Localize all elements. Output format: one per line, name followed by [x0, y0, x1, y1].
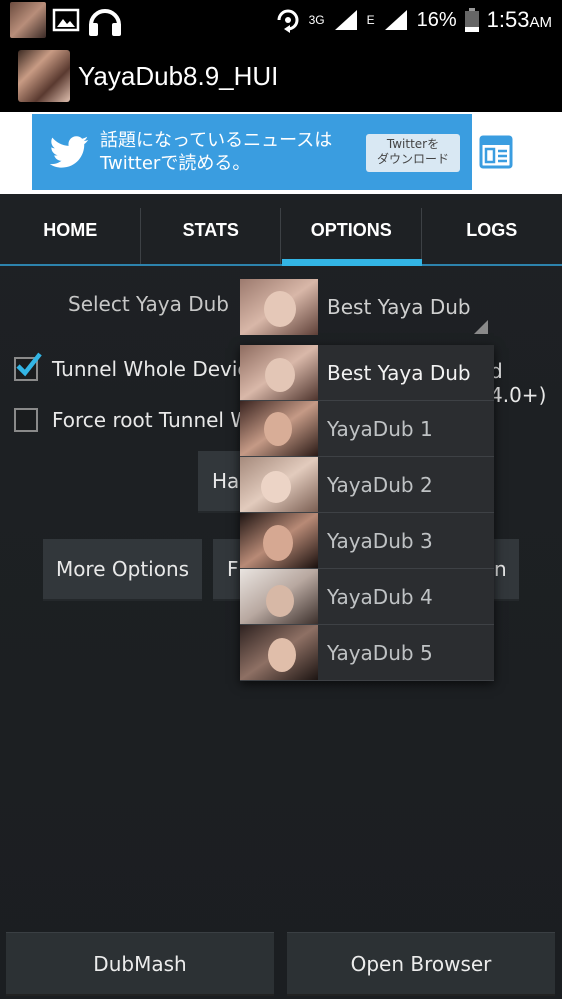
dropdown-item-label: YayaDub 5 — [327, 640, 433, 665]
thumbnail-image — [240, 513, 318, 568]
more-options-button[interactable]: More Options — [43, 539, 202, 601]
dropdown-item-label: YayaDub 4 — [327, 584, 433, 609]
twitter-ad[interactable]: 話題になっているニュースは Twitterで読める。 Twitterを ダウンロ… — [32, 114, 472, 190]
select-yaya-dub-label: Select Yaya Dub — [68, 292, 229, 316]
headphones-icon — [89, 9, 121, 36]
battery-percent: 16% — [416, 8, 457, 31]
notification-avatar-icon — [10, 2, 46, 38]
notification-icons — [0, 2, 124, 38]
network-type-e: E — [366, 13, 375, 27]
tab-home-label: HOME — [43, 219, 98, 240]
tab-stats[interactable]: STATS — [141, 194, 281, 266]
tab-home[interactable]: HOME — [0, 194, 141, 266]
image-notification-icon — [52, 8, 80, 32]
ad-button-line-2: ダウンロード — [376, 152, 449, 166]
dropdown-item-yayadub-2[interactable]: YayaDub 2 — [240, 457, 494, 513]
n-button[interactable]: n — [494, 539, 519, 601]
tab-stats-label: STATS — [182, 219, 239, 240]
tab-options-label: OPTIONS — [310, 219, 392, 240]
spinner-thumbnail — [240, 279, 318, 335]
spinner-selected-value: Best Yaya Dub — [327, 295, 471, 319]
battery-icon — [464, 8, 479, 32]
tab-bar-underline — [0, 264, 562, 266]
active-tab-indicator — [282, 259, 422, 266]
open-browser-button[interactable]: Open Browser — [287, 932, 555, 996]
ad-line-2: Twitterで読める。 — [100, 153, 251, 174]
more-options-label: More Options — [55, 557, 190, 581]
checkmark-icon — [16, 352, 42, 377]
ad-text: 話題になっているニュースは Twitterで読める。 — [100, 129, 360, 175]
system-icons: 3G E 16% 1:53AM — [275, 0, 552, 40]
tunnel-whole-device-label: Tunnel Whole Devic — [52, 357, 249, 381]
open-browser-label: Open Browser — [350, 951, 492, 976]
n-button-label: n — [494, 557, 507, 581]
tab-logs[interactable]: LOGS — [422, 194, 562, 266]
dropdown-item-yayadub-3[interactable]: YayaDub 3 — [240, 513, 494, 569]
ha-button[interactable]: Ha — [198, 451, 244, 513]
dropdown-item-label: YayaDub 2 — [327, 472, 433, 497]
thumbnail-image — [240, 457, 318, 512]
sync-icon — [277, 9, 299, 33]
ad-info-icon[interactable] — [478, 134, 514, 170]
force-root-label: Force root Tunnel W — [52, 408, 251, 432]
ad-banner[interactable]: 話題になっているニュースは Twitterで読める。 Twitterを ダウンロ… — [0, 112, 562, 194]
signal-icon-2 — [384, 10, 407, 30]
dropdown-item-yayadub-5[interactable]: YayaDub 5 — [240, 625, 494, 681]
f-button-label: F — [227, 557, 239, 581]
dropdown-item-label: YayaDub 3 — [327, 528, 433, 553]
dubmash-label: DubMash — [93, 951, 187, 976]
dubmash-button[interactable]: DubMash — [6, 932, 274, 996]
network-type-3g: 3G — [308, 13, 325, 27]
ha-button-label: Ha — [212, 469, 240, 493]
dropdown-item-label: Best Yaya Dub — [327, 360, 471, 385]
dropdown-item-best-yaya-dub[interactable]: Best Yaya Dub — [240, 345, 494, 401]
tab-options[interactable]: OPTIONS — [281, 194, 422, 266]
clock: 1:53AM — [486, 7, 552, 32]
tunnel-whole-device-row[interactable]: Tunnel Whole Devic — [14, 352, 249, 381]
f-button[interactable]: F — [213, 539, 243, 601]
dropdown-item-yayadub-1[interactable]: YayaDub 1 — [240, 401, 494, 457]
tab-logs-label: LOGS — [466, 219, 518, 240]
dropdown-item-yayadub-4[interactable]: YayaDub 4 — [240, 569, 494, 625]
tunnel-whole-device-checkbox[interactable] — [14, 352, 42, 381]
ad-line-1: 話題になっているニュースは — [100, 130, 333, 151]
twitter-download-button[interactable]: Twitterを ダウンロード — [366, 134, 460, 172]
force-root-row[interactable]: Force root Tunnel W — [14, 408, 250, 432]
force-root-checkbox[interactable] — [14, 408, 38, 432]
status-bar: 3G E 16% 1:53AM — [0, 0, 562, 40]
thumbnail-image — [240, 569, 318, 624]
tab-bar: HOME STATS OPTIONS LOGS — [0, 194, 562, 266]
yaya-dub-spinner[interactable]: Best Yaya Dub — [240, 278, 490, 336]
dropdown-item-label: YayaDub 1 — [327, 416, 433, 441]
action-bar: YayaDub8.9_HUI — [0, 40, 562, 112]
spinner-arrow-icon — [474, 320, 488, 334]
thumbnail-image — [240, 625, 318, 680]
thumbnail-image — [240, 401, 318, 456]
thumbnail-image — [240, 345, 318, 400]
signal-icon — [334, 10, 357, 30]
app-title: YayaDub8.9_HUI — [78, 60, 279, 91]
app-icon[interactable] — [18, 50, 70, 102]
yaya-dub-dropdown: Best Yaya Dub YayaDub 1 YayaDub 2 YayaDu… — [240, 345, 494, 681]
ad-button-line-1: Twitterを — [386, 137, 440, 151]
tunnel-android-version-text: d 4.0+) — [490, 359, 547, 407]
twitter-bird-icon — [49, 136, 89, 168]
